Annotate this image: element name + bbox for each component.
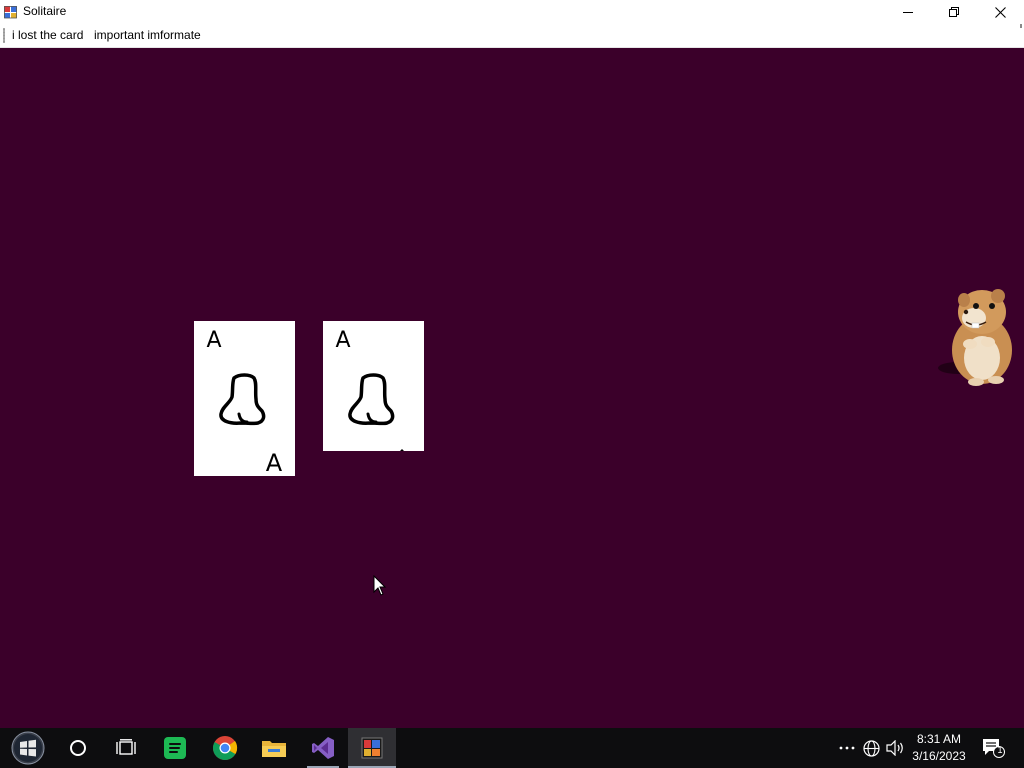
visual-studio-button[interactable] (299, 728, 347, 768)
spotify-icon (164, 737, 186, 759)
clock-date: 3/16/2023 (912, 749, 966, 763)
search-button[interactable] (54, 728, 102, 768)
minimize-button[interactable] (885, 0, 931, 24)
hamster-image (938, 289, 1012, 386)
folder-icon (262, 741, 286, 757)
boot-icon (219, 373, 266, 426)
solitaire-window: Solitaire i lost the card important imfo… (0, 0, 1024, 728)
solitaire-taskbar-button[interactable] (348, 728, 396, 768)
card-rank-top: A (206, 328, 221, 353)
start-button[interactable] (4, 728, 52, 768)
clock-time: 8:31 AM (916, 732, 962, 746)
card-ace-1[interactable]: A A (194, 321, 295, 476)
network-globe-icon (862, 739, 880, 757)
chrome-icon (212, 736, 238, 761)
card-rank-bottom: A (266, 449, 283, 476)
card-face: A A (206, 328, 283, 476)
menu-item-important-info[interactable]: important imformate (93, 28, 202, 42)
close-button[interactable] (977, 0, 1023, 24)
menu-grip[interactable] (3, 28, 5, 43)
card-rank-bottom-partial (400, 449, 404, 451)
network-button[interactable] (861, 738, 881, 758)
close-icon (994, 6, 1006, 18)
app-window-icon (361, 737, 383, 759)
notification-badge: 1 (997, 745, 1003, 755)
spotify-button[interactable] (151, 728, 199, 768)
menu-grip-right (1020, 24, 1022, 28)
mouse-cursor-icon (373, 575, 387, 596)
window-title: Solitaire (23, 4, 67, 18)
overflow-icon (839, 746, 855, 750)
card-rank-top: A (335, 328, 350, 353)
task-view-button[interactable] (102, 728, 150, 768)
menu-bar: i lost the card important imformate (0, 24, 1024, 48)
action-center-button[interactable]: 1 (980, 737, 1006, 759)
card-face: A (335, 328, 404, 451)
volume-icon (886, 740, 903, 756)
windows-logo-icon (11, 731, 45, 765)
title-bar[interactable]: Solitaire (0, 0, 1024, 24)
restore-button[interactable] (931, 0, 977, 24)
app-icon (4, 6, 17, 19)
boot-icon (348, 373, 395, 426)
task-view-icon (116, 739, 136, 755)
card-ace-2[interactable]: A (323, 321, 424, 451)
chrome-button[interactable] (201, 728, 249, 768)
taskbar: 8:31 AM 3/16/2023 1 (0, 728, 1024, 768)
file-explorer-button[interactable] (250, 728, 298, 768)
visual-studio-icon (312, 737, 334, 759)
menu-item-lost-card[interactable]: i lost the card (11, 28, 84, 42)
restore-icon (949, 7, 959, 17)
taskbar-clock[interactable]: 8:31 AM 3/16/2023 (906, 731, 972, 765)
volume-button[interactable] (885, 738, 905, 758)
minimize-icon (903, 12, 913, 13)
cortana-circle-icon (70, 740, 86, 756)
tray-overflow-button[interactable] (838, 738, 856, 758)
